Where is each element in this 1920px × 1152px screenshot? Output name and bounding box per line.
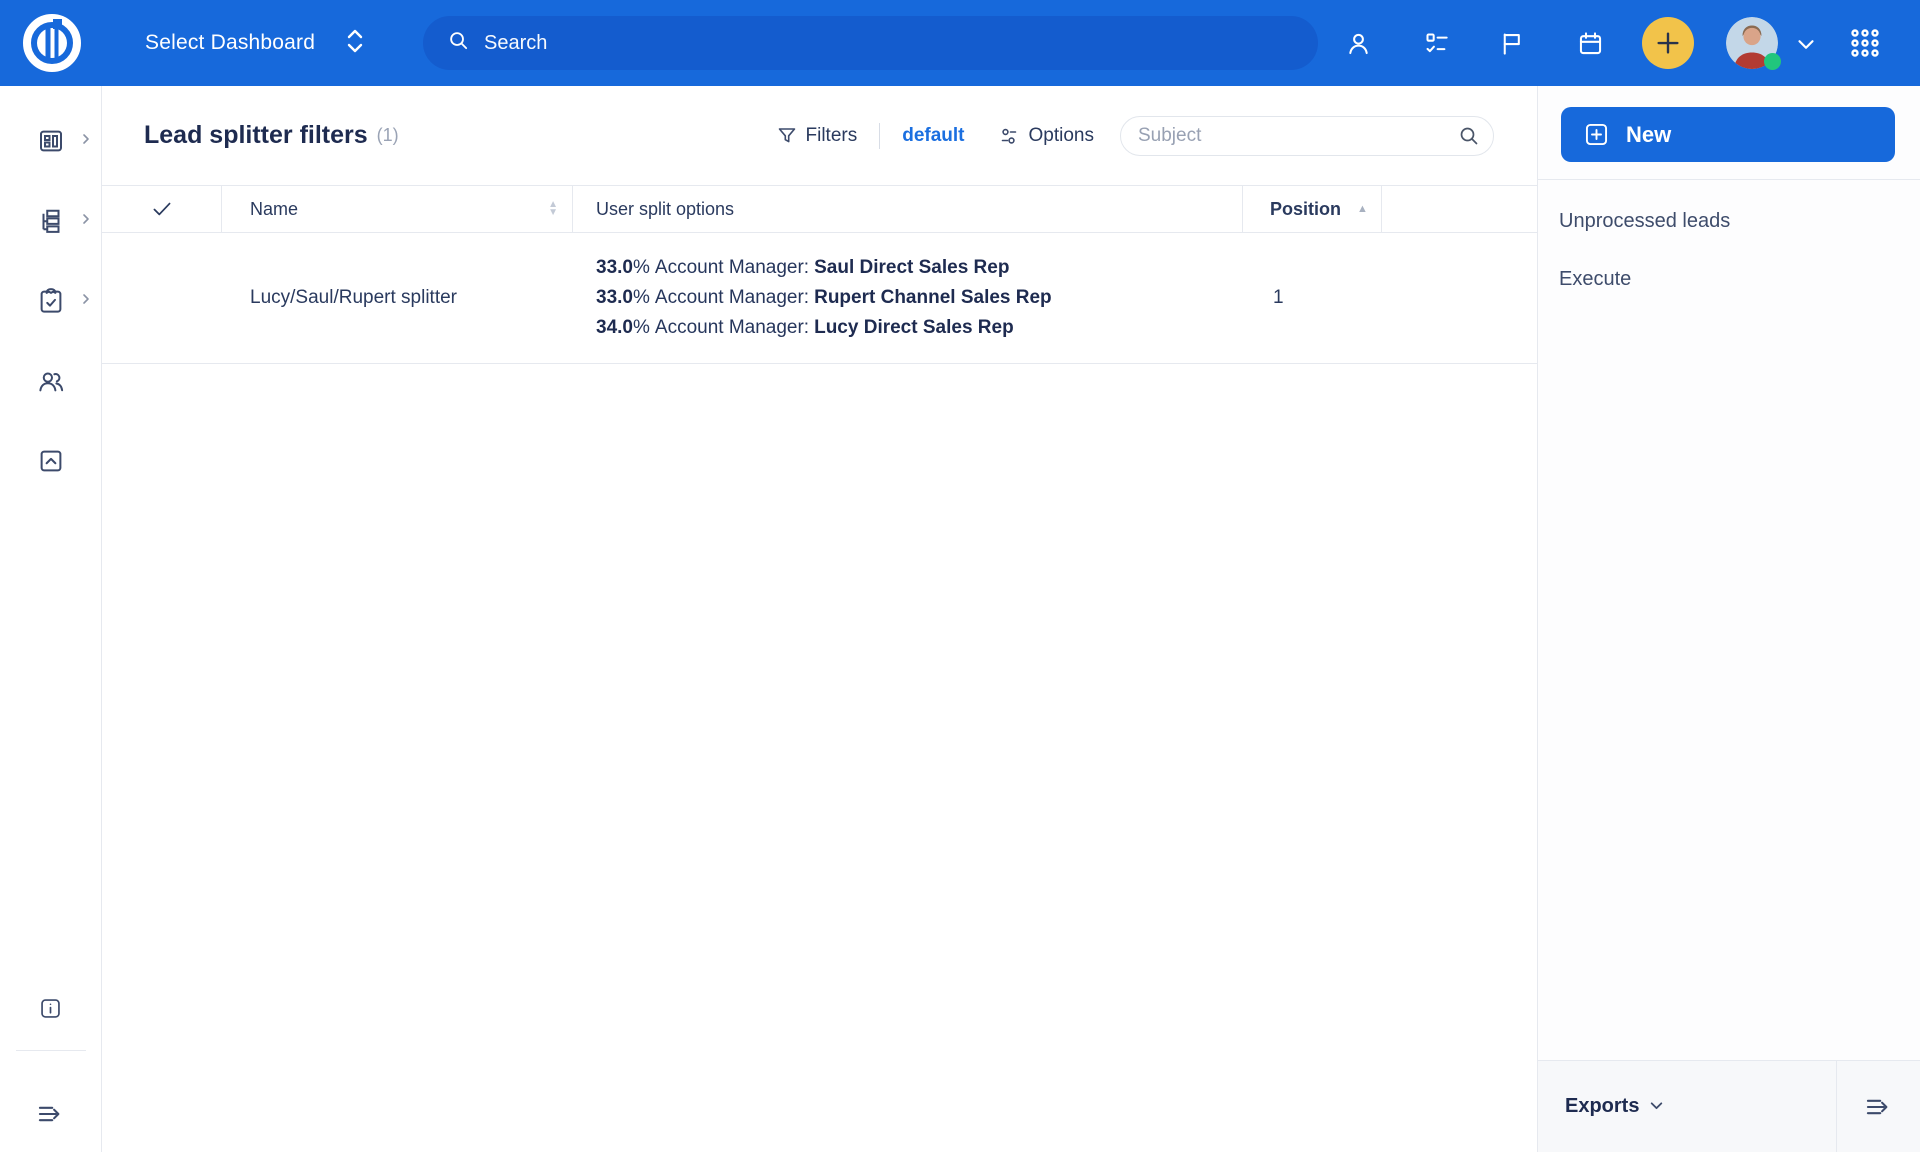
collapse-arrow-icon [1863,1091,1895,1123]
app-grid-button[interactable] [1848,26,1882,60]
people-icon [36,366,66,396]
split-option-line: 34.0%Account Manager:Lucy Direct Sales R… [596,317,1014,339]
column-header-name[interactable]: Name ▲ ▼ [222,186,573,232]
panel-collapse-button[interactable] [1836,1061,1920,1152]
sort-toggle-icon[interactable]: ▲ ▼ [548,201,558,217]
checklist-icon [1423,30,1450,57]
select-all-header[interactable] [102,186,222,232]
new-button[interactable]: New [1561,107,1895,162]
main-content: Lead splitter filters (1) Filters defaul… [102,86,1537,1152]
new-button-label: New [1626,122,1671,148]
chevron-down-icon [1793,31,1819,57]
sidebar-item-imports[interactable] [0,421,101,501]
info-icon [37,995,64,1022]
subject-search [1120,116,1494,156]
plus-square-icon [1583,121,1610,148]
content-frame: Lead splitter filters (1) Filters defaul… [0,86,1920,1152]
sidebar-item-forms[interactable] [0,261,101,341]
search-placeholder: Search [484,32,547,55]
list-toolbar: Filters default Options [776,86,1495,185]
row-name-cell: Lucy/Saul/Rupert splitter [222,233,573,363]
page-header: Lead splitter filters (1) Filters defaul… [102,86,1537,185]
sidebar-item-users[interactable] [0,341,101,421]
search-icon [447,29,470,57]
tree-structure-icon [36,206,66,236]
calendar-button[interactable] [1570,23,1610,63]
row-split-options-cell: 33.0%Account Manager:Saul Direct Sales R… [573,233,1243,363]
position-header-label: Position [1270,199,1341,220]
split-option-line: 33.0%Account Manager:Saul Direct Sales R… [596,257,1009,279]
global-search-input[interactable]: Search [423,16,1318,70]
sidebar-item-dashboard[interactable] [0,101,101,181]
subject-search-input[interactable] [1120,116,1494,156]
chevron-right-icon [80,132,92,150]
check-icon [149,196,175,222]
options-button[interactable]: Options [999,125,1094,147]
toolbar-divider [879,123,880,149]
user-avatar[interactable] [1726,17,1778,69]
name-header-label: Name [250,199,298,220]
app-logo-icon[interactable] [22,13,82,73]
split-options-header-label: User split options [596,199,734,220]
new-section: New [1538,86,1920,180]
contacts-button[interactable] [1338,23,1378,63]
sort-ascending-icon: ▲ [1357,203,1368,215]
sidebar-expand-button[interactable] [0,1098,101,1130]
page-title: Lead splitter filters [144,121,368,150]
user-menu-chevron[interactable] [1793,31,1819,57]
dashboard-selector[interactable]: Select Dashboard [145,0,365,86]
tasks-button[interactable] [1416,23,1456,63]
table-header-row: Name ▲ ▼ User split options Position ▲ [102,185,1537,233]
table-row[interactable]: Lucy/Saul/Rupert splitter 33.0%Account M… [102,233,1537,364]
flag-icon [1498,30,1525,57]
filters-button[interactable]: Filters [776,125,858,147]
panel-item-execute[interactable]: Execute [1538,250,1920,308]
sidebar-item-structure[interactable] [0,181,101,261]
sidebar-info-button[interactable] [0,995,101,1022]
sidebar [0,86,102,1152]
options-label: Options [1029,125,1094,147]
row-select-cell[interactable] [102,233,222,363]
column-header-split-options[interactable]: User split options [573,186,1243,232]
up-down-chevrons-icon [345,27,365,60]
person-icon [1345,30,1372,57]
calendar-icon [1577,30,1604,57]
row-position-cell: 1 [1243,233,1382,363]
chevron-right-icon [80,292,92,310]
filters-label: Filters [806,125,858,147]
position-value: 1 [1273,287,1284,309]
online-status-dot [1764,53,1781,70]
split-option-line: 33.0%Account Manager:Rupert Channel Sale… [596,287,1052,309]
exports-dropdown[interactable]: Exports [1538,1061,1836,1152]
sliders-icon [999,125,1021,147]
funnel-icon [776,125,798,147]
chevron-right-icon [80,212,92,230]
action-panel: New Unprocessed leads Execute Exports [1537,86,1920,1152]
record-count: (1) [377,125,399,146]
sort-down-icon: ▼ [548,209,558,217]
column-header-position[interactable]: Position ▲ [1243,186,1382,232]
exports-label: Exports [1565,1095,1639,1118]
row-actions-cell [1382,233,1537,363]
clipboard-check-icon [36,286,66,316]
expand-arrow-icon [35,1098,67,1130]
top-navigation-bar: Select Dashboard Search [0,0,1920,86]
chevron-up-square-icon [36,446,66,476]
chevron-down-icon [1648,1097,1665,1120]
search-icon[interactable] [1457,124,1481,153]
flags-button[interactable] [1491,23,1531,63]
panel-footer: Exports [1538,1060,1920,1152]
splitter-name: Lucy/Saul/Rupert splitter [250,287,457,309]
default-filter-link[interactable]: default [902,125,964,147]
grid-dots-icon [1848,26,1882,60]
sidebar-divider [16,1050,86,1051]
panel-links: Unprocessed leads Execute [1538,180,1920,308]
dashboard-icon [36,126,66,156]
plus-icon [1653,28,1683,58]
column-header-actions [1382,186,1537,232]
panel-item-unprocessed-leads[interactable]: Unprocessed leads [1538,192,1920,250]
dashboard-selector-label: Select Dashboard [145,31,315,55]
quick-add-button[interactable] [1642,17,1694,69]
